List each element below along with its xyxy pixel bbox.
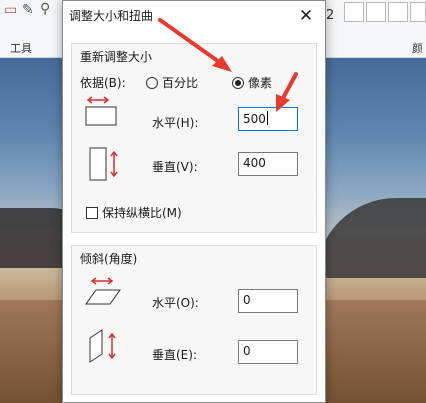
skew-group: 倾斜(角度) 水平(O): 0 垂直(E): 0 — [71, 245, 317, 395]
text-caret — [266, 111, 268, 125]
pixels-radio-label: 像素 — [248, 76, 273, 90]
pixels-radio-dot[interactable] — [232, 76, 244, 89]
by-label: 依据(B): — [80, 76, 126, 90]
ribbon-colors-label: 颜 — [412, 42, 423, 55]
skew-vertical-label: 垂直(E): — [152, 348, 197, 362]
resize-vertical-icon — [89, 147, 118, 181]
percent-radio[interactable]: 百分比 — [146, 74, 198, 91]
skew-vertical-icon — [89, 329, 116, 363]
skew-group-title: 倾斜(角度) — [80, 252, 138, 266]
skew-horizontal-value: 0 — [243, 293, 251, 307]
resize-skew-dialog: 调整大小和扭曲 ✕ 重新调整大小 依据(B): 百分比 像素 水平(H): 50… — [62, 0, 326, 403]
dialog-title: 调整大小和扭曲 — [69, 9, 154, 23]
skew-horizontal-label: 水平(O): — [152, 296, 199, 310]
resize-vertical-input[interactable]: 400 — [238, 152, 298, 176]
resize-group-title: 重新调整大小 — [80, 50, 153, 64]
resize-group: 重新调整大小 依据(B): 百分比 像素 水平(H): 500 垂直(V): 4… — [71, 43, 317, 233]
resize-vertical-label: 垂直(V): — [152, 160, 198, 174]
photo-dune-right — [316, 198, 426, 278]
color-picker-icon[interactable]: ✎ — [22, 2, 34, 18]
resize-horizontal-label: 水平(H): — [152, 116, 199, 130]
magnifier-icon[interactable]: ⚲ — [40, 1, 50, 17]
resize-horizontal-value: 500 — [243, 112, 266, 126]
resize-vertical-value: 400 — [243, 156, 266, 170]
skew-horizontal-input[interactable]: 0 — [238, 289, 298, 313]
close-button[interactable]: ✕ — [293, 3, 319, 29]
keep-ratio-label: 保持纵横比(M) — [102, 206, 182, 220]
resize-horizontal-icon — [85, 96, 117, 126]
color-button[interactable] — [410, 2, 426, 22]
skew-vertical-input[interactable]: 0 — [238, 340, 298, 364]
resize-horizontal-input[interactable]: 500 — [238, 107, 298, 131]
eraser-icon[interactable]: ▭ — [4, 2, 17, 18]
skew-vertical-value: 0 — [243, 344, 251, 358]
shape-outline-button[interactable] — [344, 2, 364, 22]
shape-fill-button[interactable] — [366, 2, 386, 22]
pixels-radio[interactable]: 像素 — [232, 74, 272, 91]
percent-radio-label: 百分比 — [162, 76, 199, 90]
ribbon-tools-label: 工具 — [10, 42, 32, 55]
skew-horizontal-icon — [85, 277, 121, 305]
percent-radio-dot[interactable] — [146, 76, 158, 89]
ribbon-digit: 2 — [326, 8, 335, 23]
keep-ratio-checkbox[interactable]: 保持纵横比(M) — [86, 204, 182, 221]
size-button[interactable] — [388, 2, 408, 22]
dialog-titlebar[interactable]: 调整大小和扭曲 ✕ — [63, 1, 325, 31]
keep-ratio-box[interactable] — [86, 206, 98, 219]
